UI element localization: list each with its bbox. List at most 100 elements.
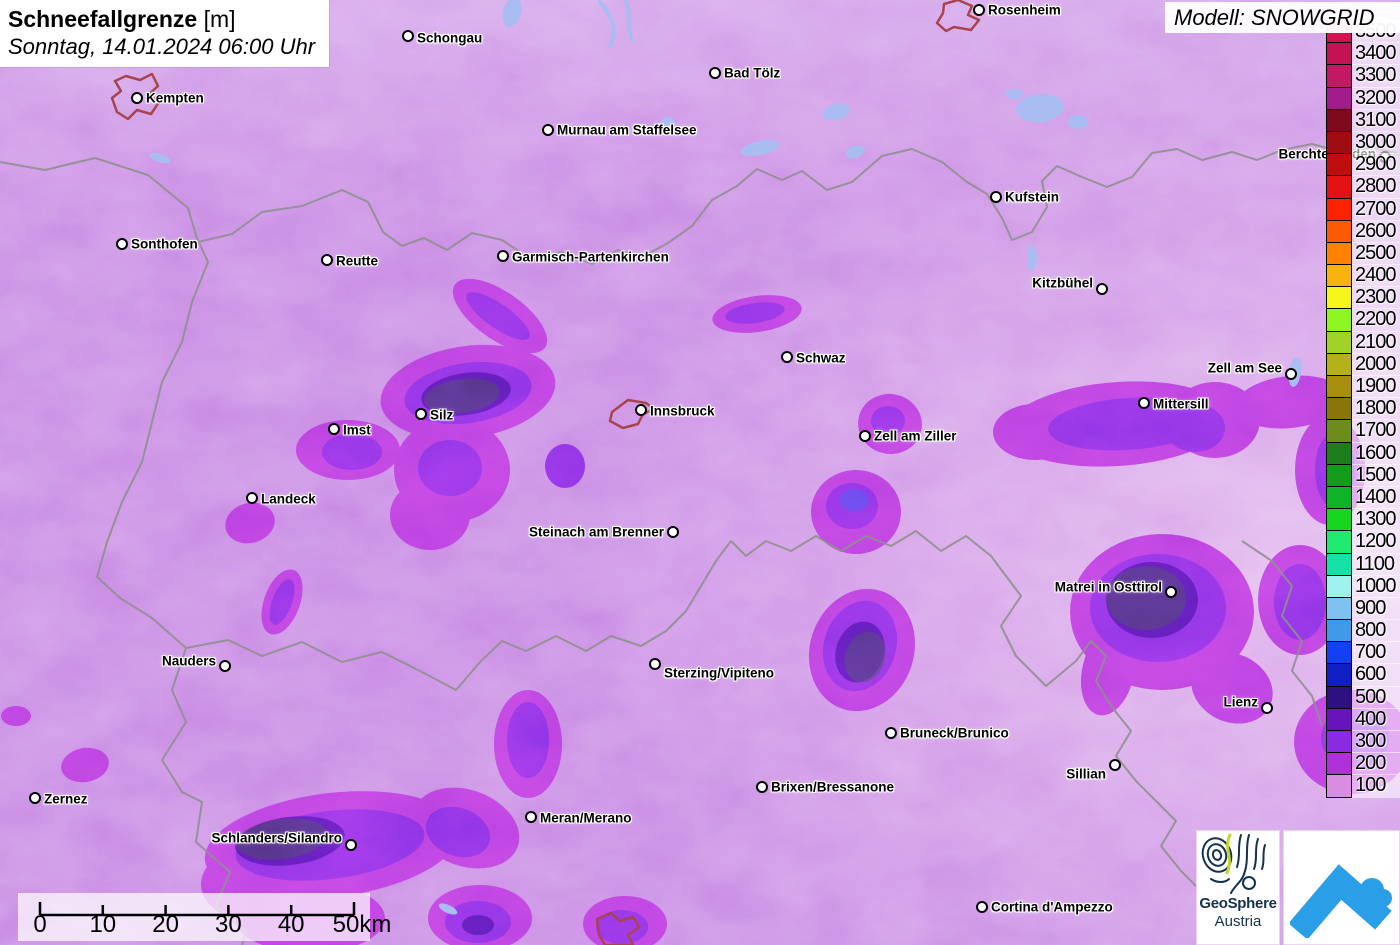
blue-mountain-cloud-icon bbox=[1289, 863, 1392, 938]
legend-color-swatch bbox=[1326, 774, 1352, 798]
legend-value-label: 900 bbox=[1352, 596, 1400, 621]
legend-row: 200 bbox=[1326, 752, 1400, 776]
scale-tick-label: 10 bbox=[89, 911, 117, 938]
legend-row: 3000 bbox=[1326, 130, 1400, 155]
legend-color-swatch bbox=[1326, 241, 1352, 266]
legend-value-label: 1200 bbox=[1352, 530, 1400, 554]
legend-row: 2400 bbox=[1326, 264, 1400, 288]
legend-color-swatch bbox=[1326, 197, 1352, 221]
legend-value-label: 1000 bbox=[1352, 574, 1400, 598]
legend-color-swatch bbox=[1326, 508, 1352, 532]
legend-color-swatch bbox=[1326, 485, 1352, 510]
geosphere-logo: GeoSphere Austria bbox=[1196, 830, 1280, 945]
legend-value-label: 3200 bbox=[1352, 86, 1400, 110]
legend-value-label: 700 bbox=[1352, 641, 1400, 665]
legend-value-label: 2200 bbox=[1352, 308, 1400, 332]
legend-color-swatch bbox=[1326, 264, 1352, 288]
legend-value-label: 2600 bbox=[1352, 219, 1400, 243]
legend-value-label: 3400 bbox=[1352, 42, 1400, 66]
map-svg bbox=[0, 0, 1400, 945]
legend: 3500340033003200310030002900280027002600… bbox=[1326, 20, 1400, 798]
legend-row: 300 bbox=[1326, 730, 1400, 754]
legend-color-swatch bbox=[1326, 352, 1352, 376]
legend-color-swatch bbox=[1326, 375, 1352, 399]
legend-value-label: 2500 bbox=[1352, 241, 1400, 266]
scale-tick-label: 0 bbox=[33, 911, 47, 938]
legend-color-swatch bbox=[1326, 42, 1352, 66]
legend-color-swatch bbox=[1326, 530, 1352, 554]
partner-logo-box bbox=[1283, 830, 1400, 945]
legend-row: 1300 bbox=[1326, 508, 1400, 532]
title-variable-name: Schneefallgrenze bbox=[8, 6, 198, 32]
legend-color-swatch bbox=[1326, 153, 1352, 177]
geosphere-wordmark: GeoSphere bbox=[1199, 895, 1277, 912]
legend-color-swatch bbox=[1326, 397, 1352, 421]
legend-color-swatch bbox=[1326, 641, 1352, 665]
legend-value-label: 1800 bbox=[1352, 397, 1400, 421]
legend-value-label: 2100 bbox=[1352, 330, 1400, 354]
scale-tick-label: 20 bbox=[152, 911, 179, 938]
legend-row: 1900 bbox=[1326, 375, 1400, 399]
legend-row: 2100 bbox=[1326, 330, 1400, 354]
legend-value-label: 2300 bbox=[1352, 286, 1400, 310]
scale-bar-labels: 0 10 20 30 40 50km bbox=[18, 911, 391, 941]
legend-row: 700 bbox=[1326, 641, 1400, 665]
legend-value-label: 1100 bbox=[1352, 552, 1400, 576]
legend-color-swatch bbox=[1326, 685, 1352, 709]
map-canvas bbox=[0, 0, 1400, 945]
legend-value-label: 600 bbox=[1352, 663, 1400, 687]
legend-value-label: 1700 bbox=[1352, 419, 1400, 443]
legend-value-label: 3000 bbox=[1352, 130, 1400, 155]
legend-row: 1000 bbox=[1326, 574, 1400, 598]
legend-color-swatch bbox=[1326, 286, 1352, 310]
legend-color-swatch bbox=[1326, 441, 1352, 465]
legend-value-label: 2800 bbox=[1352, 175, 1400, 199]
legend-color-swatch bbox=[1326, 752, 1352, 776]
legend-value-label: 200 bbox=[1352, 752, 1400, 776]
scale-tick-label: 40 bbox=[277, 911, 305, 938]
legend-color-swatch bbox=[1326, 419, 1352, 443]
legend-row: 3200 bbox=[1326, 86, 1400, 110]
legend-row: 3100 bbox=[1326, 108, 1400, 132]
geosphere-country: Austria bbox=[1214, 913, 1262, 930]
legend-row: 3300 bbox=[1326, 64, 1400, 88]
legend-color-swatch bbox=[1326, 574, 1352, 598]
snowline-map-page: Rosenheim Schongau Bad Tölz Kempten Murnau a… bbox=[0, 0, 1400, 945]
legend-row: 2300 bbox=[1326, 286, 1400, 310]
legend-row: 1700 bbox=[1326, 419, 1400, 443]
legend-value-label: 2700 bbox=[1352, 197, 1400, 221]
legend-color-swatch bbox=[1326, 730, 1352, 754]
title-datetime: Sonntag, 14.01.2024 06:00 Uhr bbox=[8, 34, 316, 59]
geosphere-contour-icon bbox=[1201, 833, 1266, 894]
legend-color-swatch bbox=[1326, 219, 1352, 243]
legend-color-swatch bbox=[1326, 130, 1352, 155]
legend-value-label: 100 bbox=[1352, 774, 1400, 798]
legend-row: 900 bbox=[1326, 596, 1400, 621]
legend-value-label: 1300 bbox=[1352, 508, 1400, 532]
legend-color-swatch bbox=[1326, 663, 1352, 687]
legend-row: 600 bbox=[1326, 663, 1400, 687]
legend-color-swatch bbox=[1326, 86, 1352, 110]
scale-tick-label: 30 bbox=[215, 911, 242, 938]
legend-value-label: 300 bbox=[1352, 730, 1400, 754]
legend-row: 100 bbox=[1326, 774, 1400, 798]
legend-row: 2600 bbox=[1326, 219, 1400, 243]
legend-value-label: 3300 bbox=[1352, 64, 1400, 88]
legend-row: 1800 bbox=[1326, 397, 1400, 421]
legend-color-swatch bbox=[1326, 596, 1352, 621]
legend-value-label: 2400 bbox=[1352, 264, 1400, 288]
legend-color-swatch bbox=[1326, 330, 1352, 354]
legend-row: 2000 bbox=[1326, 352, 1400, 376]
legend-value-label: 400 bbox=[1352, 707, 1400, 731]
scale-tick-label: 50km bbox=[332, 911, 392, 938]
legend-value-label: 800 bbox=[1352, 619, 1400, 643]
terrain-hillshade bbox=[0, 0, 1400, 945]
legend-color-swatch bbox=[1326, 619, 1352, 643]
legend-row: 3400 bbox=[1326, 42, 1400, 66]
legend-value-label: 1900 bbox=[1352, 375, 1400, 399]
legend-row: 1100 bbox=[1326, 552, 1400, 576]
scale-bar: 0 10 20 30 40 50km bbox=[18, 893, 391, 941]
legend-color-swatch bbox=[1326, 308, 1352, 332]
legend-row: 2800 bbox=[1326, 175, 1400, 199]
legend-value-label: 1400 bbox=[1352, 485, 1400, 510]
